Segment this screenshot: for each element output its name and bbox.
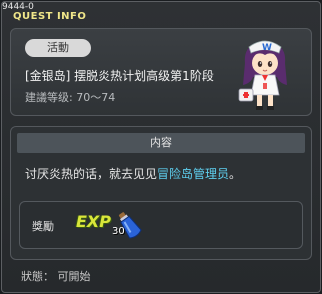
npc-nurse-icon: W <box>238 40 287 110</box>
quest-content-panel: 内容 讨厌炎热的话，就去见见冒险岛管理员。 獎勵 EXP 30 <box>10 126 312 260</box>
content-header: 内容 <box>17 133 305 153</box>
quest-summary-panel: 活動 [金银岛] 摆脱炎热计划高级第1阶段 建議等级: 70～74 W <box>10 28 312 116</box>
content-text: 讨厌炎热的话，就去见见冒险岛管理员。 <box>25 165 241 182</box>
exp-reward-icon[interactable]: EXP <box>76 211 111 233</box>
npc-name-link[interactable]: 冒险岛管理员 <box>157 167 229 181</box>
quest-type-tag: 活動 <box>25 39 91 57</box>
exp-label: EXP <box>76 212 111 231</box>
reward-item-quantity: 30 <box>112 226 125 237</box>
quest-info-window: 9444-0 QUEST INFO 活動 [金银岛] 摆脱炎热计划高级第1阶段 … <box>1 1 321 293</box>
reward-box: 獎勵 EXP 30 <box>19 201 303 249</box>
content-text-after: 。 <box>229 167 242 181</box>
quest-title: [金银岛] 摆脱炎热计划高级第1阶段 <box>25 69 214 83</box>
quest-status: 狀態： 可開始 <box>21 270 91 283</box>
reward-label: 獎勵 <box>32 220 54 233</box>
content-text-before: 讨厌炎热的话，就去见见 <box>25 167 158 181</box>
window-title: QUEST INFO <box>13 11 87 22</box>
quest-level: 建議等级: 70～74 <box>25 91 116 104</box>
